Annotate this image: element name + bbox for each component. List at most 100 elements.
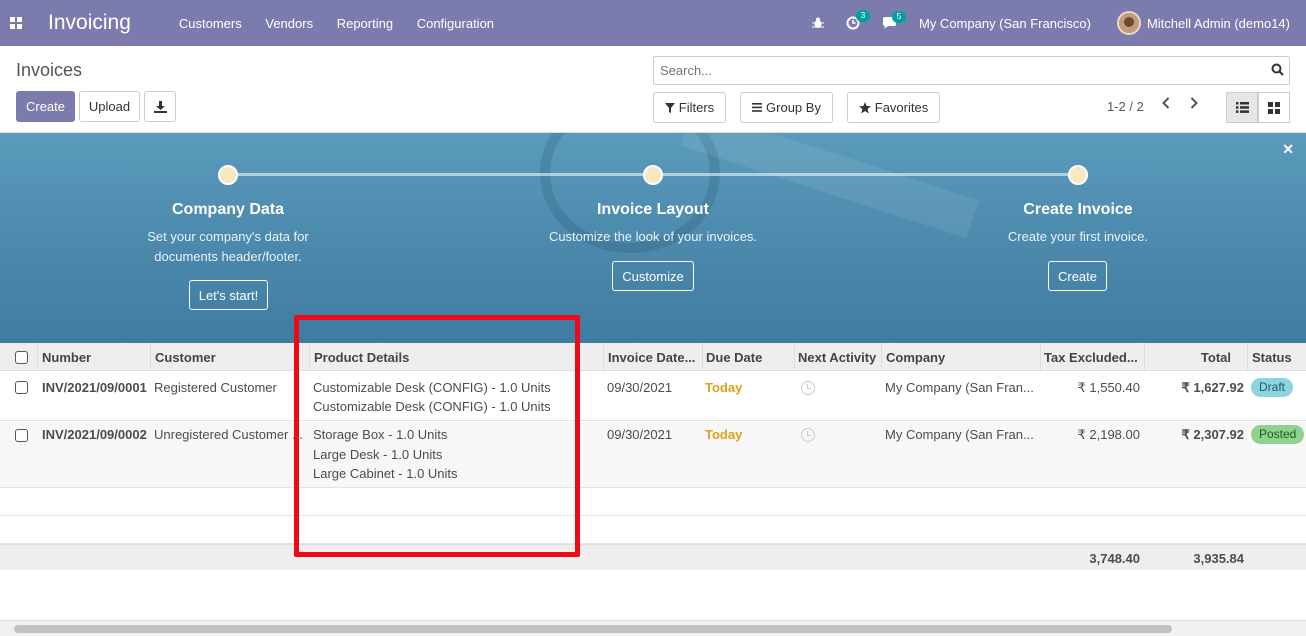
row-checkbox[interactable] (15, 429, 28, 442)
filters-button[interactable]: Filters (653, 92, 726, 123)
download-icon (153, 100, 167, 113)
debug-bug-icon[interactable] (811, 17, 824, 29)
app-title[interactable]: Invoicing (48, 11, 131, 35)
step-dot (1068, 165, 1088, 185)
table-row[interactable]: INV/2021/09/0001 Registered Customer Cus… (0, 372, 1306, 421)
step-dot (643, 165, 663, 185)
favorites-label: Favorites (874, 100, 929, 115)
close-icon[interactable]: ✕ (1282, 141, 1294, 158)
total-amount: ₹ 1,627.92 (1181, 380, 1245, 395)
message-count-badge: 5 (891, 10, 906, 23)
company-name: My Company (San Fran... (885, 380, 1034, 395)
step-desc-create-invoice: Create your first invoice. (1007, 229, 1149, 244)
horizontal-scrollbar[interactable] (0, 620, 1306, 636)
messages-chat-icon[interactable]: 5 (882, 10, 906, 30)
list-view-icon (1235, 102, 1249, 113)
tax-excluded-amount: ₹ 1,550.40 (1077, 380, 1141, 395)
kanban-view-icon (1268, 101, 1280, 114)
customer-name: Registered Customer (154, 380, 277, 395)
column-header-invoice-date[interactable]: Invoice Date... (608, 350, 700, 365)
onboarding-banner: ✕ Company Data Set your company's data f… (0, 133, 1306, 343)
scrollbar-thumb[interactable] (14, 625, 1172, 633)
column-header-product-details[interactable]: Product Details (314, 350, 409, 365)
menu-configuration[interactable]: Configuration (417, 16, 494, 31)
invoice-date: 09/30/2021 (607, 380, 673, 395)
status-badge: Posted (1251, 425, 1305, 444)
pager-value[interactable]: 1-2 / 2 (1107, 99, 1144, 114)
step-desc-company-data: Set your company's data for documents he… (147, 229, 309, 264)
top-navbar: Invoicing Customers Vendors Reporting Co… (0, 0, 1306, 46)
filter-funnel-icon (664, 102, 675, 113)
company-name: My Company (San Fran... (885, 427, 1034, 442)
list-view-button[interactable] (1226, 92, 1258, 123)
column-header-total[interactable]: Total (1150, 350, 1231, 365)
menu-reporting[interactable]: Reporting (337, 16, 393, 31)
customize-button[interactable]: Customize (612, 261, 694, 291)
tax-excluded-amount: ₹ 2,198.00 (1077, 427, 1141, 442)
activity-clock-icon[interactable]: 3 (846, 10, 870, 30)
menu-customers[interactable]: Customers (179, 16, 242, 31)
due-date: Today (705, 427, 743, 442)
create-button[interactable]: Create (16, 91, 75, 122)
activity-clock-icon[interactable] (801, 381, 815, 395)
upload-button[interactable]: Upload (79, 91, 140, 122)
due-date: Today (705, 380, 743, 395)
groupby-bars-icon (752, 103, 763, 112)
pager-previous-icon[interactable] (1162, 96, 1170, 112)
column-header-company[interactable]: Company (886, 350, 945, 365)
search-input[interactable] (654, 63, 1265, 78)
column-header-next-activity[interactable]: Next Activity (798, 350, 876, 365)
column-header-tax-excluded[interactable]: Tax Excluded... (1044, 350, 1142, 365)
status-badge: Draft (1251, 378, 1294, 397)
product-line: Customizable Desk (CONFIG) - 1.0 Units (313, 399, 551, 414)
apps-menu-icon[interactable] (0, 0, 32, 46)
select-all-checkbox[interactable] (15, 351, 28, 364)
step-desc-invoice-layout: Customize the look of your invoices. (548, 229, 758, 244)
table-header: Number Customer Product Details Invoice … (0, 343, 1306, 371)
favorites-star-icon (858, 101, 871, 113)
banner-decoration (681, 133, 979, 239)
empty-row (0, 488, 1306, 516)
groupby-label: Group By (766, 100, 821, 115)
filters-label: Filters (678, 100, 715, 115)
table-totals-row: 3,748.40 3,935.84 (0, 544, 1306, 570)
page-title: Invoices (16, 60, 83, 80)
column-header-status[interactable]: Status (1252, 350, 1292, 365)
download-button[interactable] (144, 91, 176, 122)
main-menu: Customers Vendors Reporting Configuratio… (179, 16, 514, 31)
product-line: Large Desk - 1.0 Units (313, 447, 443, 462)
invoice-number: INV/2021/09/0002 (42, 427, 147, 442)
create-invoice-button[interactable]: Create (1048, 261, 1107, 291)
groupby-button[interactable]: Group By (740, 92, 833, 123)
step-title-invoice-layout: Invoice Layout (596, 201, 710, 218)
total-sum: 3,935.84 (1193, 551, 1244, 566)
kanban-view-button[interactable] (1258, 92, 1290, 123)
empty-row (0, 516, 1306, 544)
control-panel: Invoices Create Upload Filters Group By … (0, 46, 1306, 133)
tax-excluded-sum: 3,748.40 (1089, 551, 1140, 566)
pager-next-icon[interactable] (1190, 96, 1198, 112)
product-line: Storage Box - 1.0 Units (313, 427, 448, 442)
user-menu[interactable]: Mitchell Admin (demo14) (1147, 16, 1290, 31)
step-title-company-data: Company Data (171, 201, 285, 218)
user-avatar[interactable] (1116, 11, 1141, 35)
total-amount: ₹ 2,307.92 (1181, 427, 1245, 442)
favorites-button[interactable]: Favorites (847, 92, 940, 123)
column-header-customer[interactable]: Customer (155, 350, 216, 365)
invoice-number: INV/2021/09/0001 (42, 380, 147, 395)
table-row[interactable]: INV/2021/09/0002 Unregistered Customer .… (0, 422, 1306, 488)
search-icon[interactable] (1265, 63, 1289, 79)
activity-count-badge: 3 (855, 10, 870, 22)
row-checkbox[interactable] (15, 381, 28, 394)
product-line: Large Cabinet - 1.0 Units (313, 466, 458, 481)
company-switcher[interactable]: My Company (San Francisco) (919, 16, 1091, 31)
product-line: Customizable Desk (CONFIG) - 1.0 Units (313, 380, 551, 395)
column-header-due-date[interactable]: Due Date (706, 350, 762, 365)
activity-clock-icon[interactable] (801, 428, 815, 442)
invoice-date: 09/30/2021 (607, 427, 673, 442)
menu-vendors[interactable]: Vendors (265, 16, 313, 31)
customer-name: Unregistered Customer ... (154, 427, 303, 442)
step-title-create-invoice: Create Invoice (1023, 201, 1133, 218)
column-header-number[interactable]: Number (42, 350, 91, 365)
lets-start-button[interactable]: Let's start! (189, 280, 268, 310)
